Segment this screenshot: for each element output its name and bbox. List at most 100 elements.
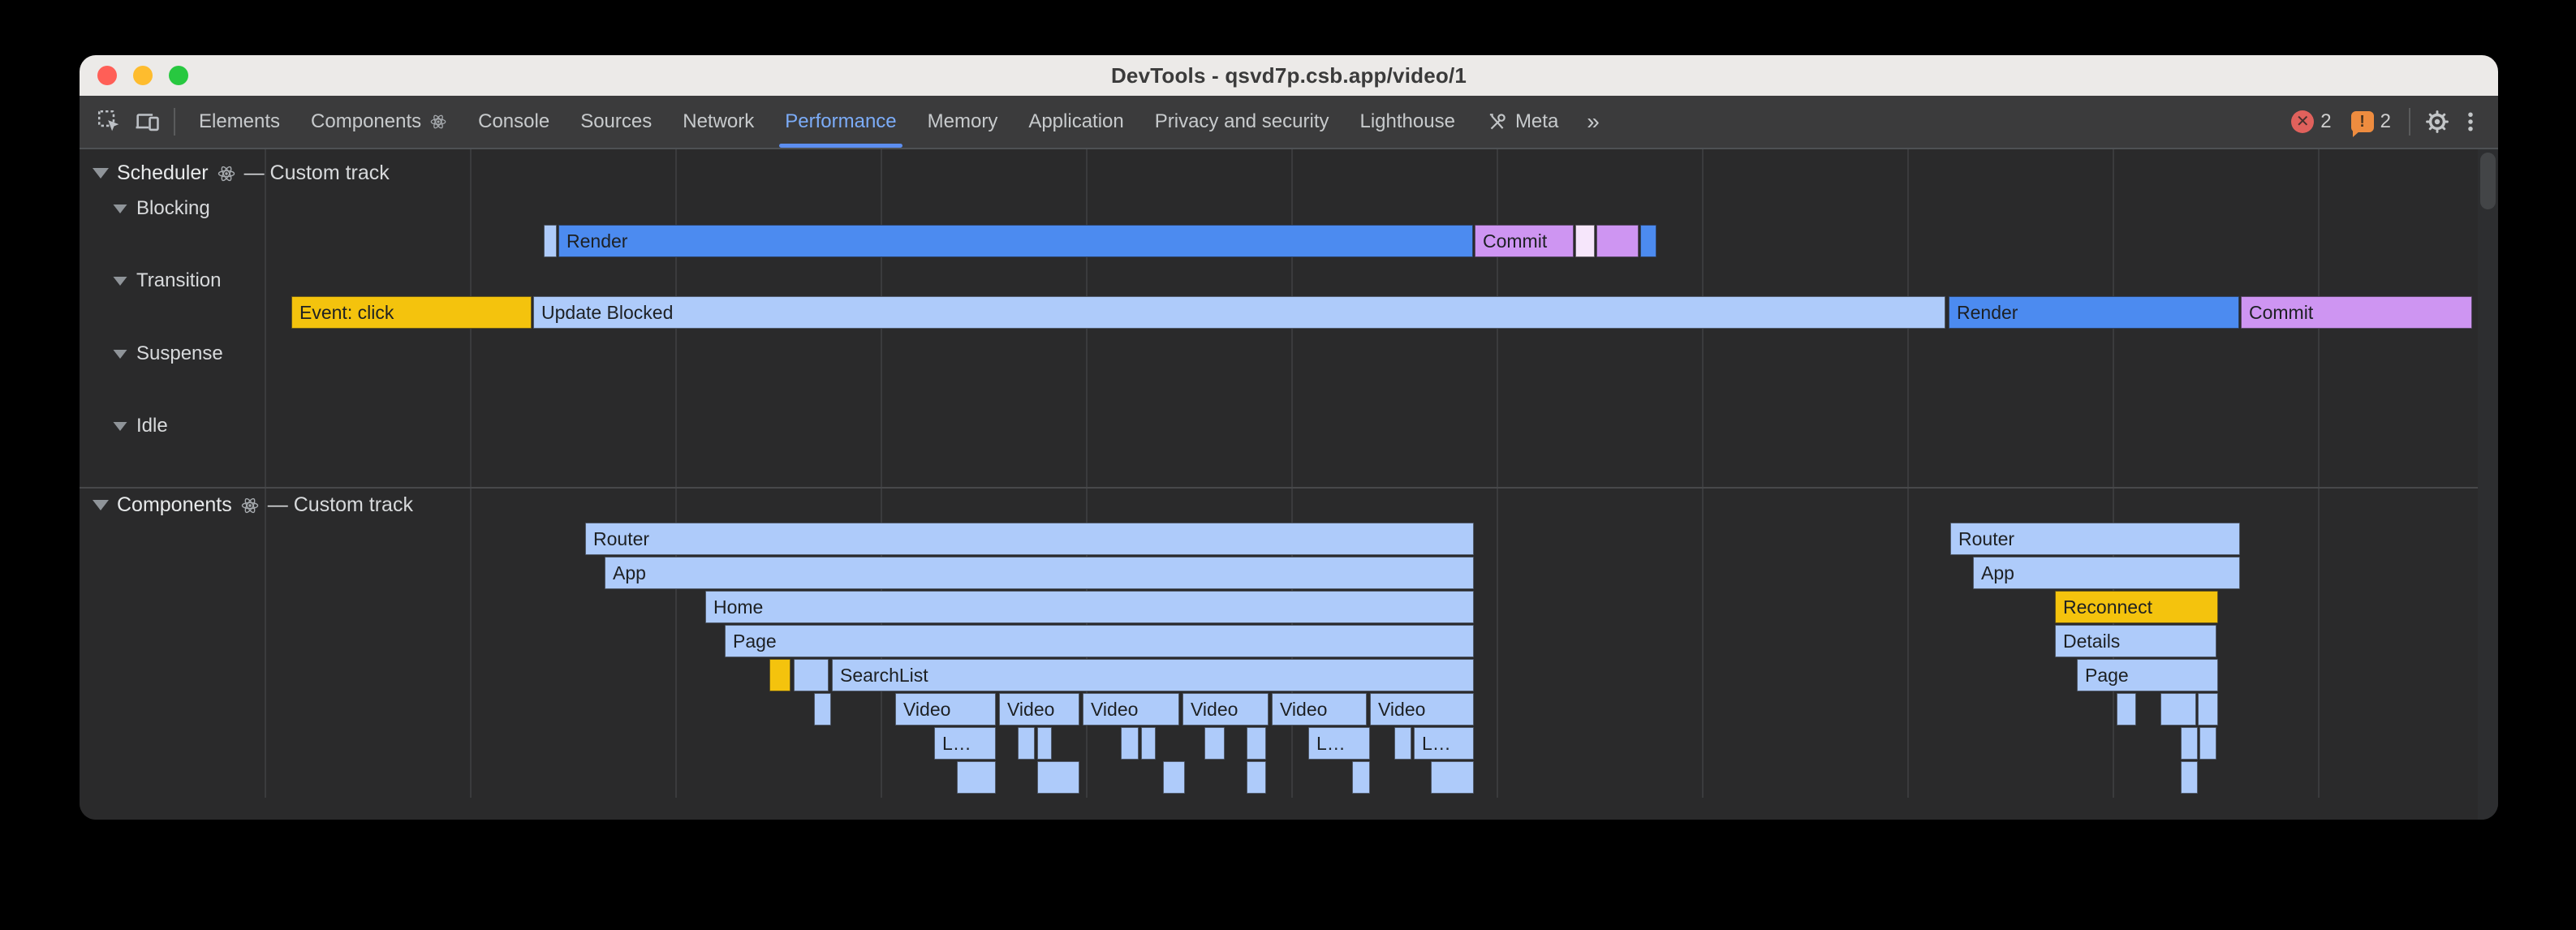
flame-bar-router[interactable]: Router xyxy=(1950,523,2240,555)
lane-label: Suspense xyxy=(136,342,223,365)
flame-bar[interactable] xyxy=(957,761,996,794)
flame-bar-router[interactable]: Router xyxy=(585,523,1474,555)
flame-bar[interactable] xyxy=(1431,761,1474,794)
tab-network[interactable]: Network xyxy=(667,96,769,148)
scrollbar-track[interactable] xyxy=(2478,149,2498,820)
flame-bar[interactable] xyxy=(544,225,557,257)
window-title: DevTools - qsvd7p.csb.app/video/1 xyxy=(1111,63,1467,88)
lane-blocking[interactable]: Blocking xyxy=(112,197,210,220)
flame-bar-details[interactable]: Details xyxy=(2055,625,2216,657)
flame-bar-l[interactable]: L… xyxy=(934,727,996,760)
tab-application[interactable]: Application xyxy=(1013,96,1139,148)
flame-bar-app[interactable]: App xyxy=(605,557,1474,589)
flame-bar-page[interactable]: Page xyxy=(2077,659,2218,691)
tab-lighthouse[interactable]: Lighthouse xyxy=(1345,96,1471,148)
tab-console[interactable]: Console xyxy=(463,96,565,148)
tab-privacy-and-security[interactable]: Privacy and security xyxy=(1139,96,1345,148)
kebab-menu-icon[interactable] xyxy=(2456,101,2485,143)
collapse-triangle-icon xyxy=(114,204,127,213)
flame-bar[interactable] xyxy=(1037,727,1052,760)
more-tabs-icon[interactable]: » xyxy=(1574,109,1613,135)
toolbar-divider xyxy=(174,108,175,136)
window-titlebar: DevTools - qsvd7p.csb.app/video/1 xyxy=(80,55,2498,96)
minimize-button[interactable] xyxy=(133,66,153,85)
issues-count: 2 xyxy=(2380,110,2391,133)
flame-bar[interactable] xyxy=(1575,225,1595,257)
track-name: Scheduler xyxy=(117,161,209,185)
flame-bar[interactable] xyxy=(1394,727,1411,760)
flame-bar[interactable] xyxy=(2181,761,2198,794)
collapse-triangle-icon xyxy=(93,168,109,179)
flame-bar[interactable] xyxy=(1141,727,1156,760)
react-atom-icon xyxy=(429,113,447,131)
flame-bar[interactable] xyxy=(1163,761,1185,794)
flame-bar-event-click[interactable]: Event: click xyxy=(291,296,532,329)
flame-bar[interactable] xyxy=(1596,225,1639,257)
track-header-components[interactable]: Components — Custom track xyxy=(93,493,413,517)
track-header-scheduler[interactable]: Scheduler — Custom track xyxy=(93,161,390,185)
flame-bar-l[interactable]: L… xyxy=(1308,727,1370,760)
lane-suspense[interactable]: Suspense xyxy=(112,342,223,365)
flame-bar[interactable] xyxy=(1352,761,1370,794)
tab-meta[interactable]: Meta xyxy=(1471,96,1574,148)
flame-bar[interactable] xyxy=(769,659,790,691)
flame-bar[interactable] xyxy=(2181,727,2198,760)
flame-bar[interactable] xyxy=(794,659,829,691)
react-atom-icon xyxy=(217,164,236,183)
flame-bar-render[interactable]: Render xyxy=(558,225,1473,257)
settings-gear-icon[interactable] xyxy=(2419,101,2456,143)
flame-bar[interactable] xyxy=(2160,693,2196,725)
lane-idle[interactable]: Idle xyxy=(112,415,168,437)
flame-bar-commit[interactable]: Commit xyxy=(2241,296,2472,329)
flame-bar-commit[interactable]: Commit xyxy=(1475,225,1574,257)
collapse-triangle-icon xyxy=(114,421,127,430)
flame-bar-video[interactable]: Video xyxy=(1272,693,1367,725)
flame-bar-video[interactable]: Video xyxy=(895,693,996,725)
error-badge[interactable]: ✕ 2 xyxy=(2291,110,2331,133)
flame-bar-l[interactable]: L… xyxy=(1414,727,1474,760)
flame-bar-video[interactable]: Video xyxy=(1182,693,1269,725)
flame-bar[interactable] xyxy=(1018,727,1035,760)
tab-elements[interactable]: Elements xyxy=(183,96,295,148)
flame-bar-reconnect[interactable]: Reconnect xyxy=(2055,591,2218,623)
flame-bar-searchlist[interactable]: SearchList xyxy=(832,659,1474,691)
flame-bar[interactable] xyxy=(814,693,831,725)
lane-transition[interactable]: Transition xyxy=(112,269,221,292)
flame-bar[interactable] xyxy=(1640,225,1656,257)
lane-label: Transition xyxy=(136,269,221,292)
flame-bar-page[interactable]: Page xyxy=(725,625,1474,657)
tools-icon xyxy=(1486,111,1507,132)
flame-bar-video[interactable]: Video xyxy=(999,693,1079,725)
traffic-lights xyxy=(97,55,188,96)
tab-memory[interactable]: Memory xyxy=(912,96,1014,148)
flame-bar-video[interactable]: Video xyxy=(1370,693,1474,725)
inspect-element-icon[interactable] xyxy=(91,101,128,143)
close-button[interactable] xyxy=(97,66,117,85)
toolbar-divider xyxy=(2409,108,2410,136)
flame-bar-home[interactable]: Home xyxy=(705,591,1474,623)
flame-bar-app[interactable]: App xyxy=(1973,557,2240,589)
collapse-triangle-icon xyxy=(93,500,109,510)
flame-bar[interactable] xyxy=(1121,727,1139,760)
tab-components[interactable]: Components xyxy=(295,96,463,148)
flame-bar[interactable] xyxy=(2117,693,2136,725)
track-name: Components xyxy=(117,493,232,517)
issues-badge[interactable]: ! 2 xyxy=(2351,110,2391,133)
tab-sources[interactable]: Sources xyxy=(565,96,667,148)
device-toolbar-icon[interactable] xyxy=(128,101,166,143)
flame-bar-update-blocked[interactable]: Update Blocked xyxy=(533,296,1945,329)
scrollbar-thumb[interactable] xyxy=(2480,153,2496,209)
flame-bar[interactable] xyxy=(1037,761,1079,794)
flame-bar[interactable] xyxy=(1204,727,1225,760)
flame-bar-render[interactable]: Render xyxy=(1949,296,2239,329)
flame-bar-video[interactable]: Video xyxy=(1083,693,1179,725)
flame-bar[interactable] xyxy=(1247,761,1266,794)
flame-bar[interactable] xyxy=(2199,727,2216,760)
track-separator xyxy=(80,487,2498,489)
tab-performance[interactable]: Performance xyxy=(769,96,911,148)
tab-label: Meta xyxy=(1515,110,1558,133)
flame-bar[interactable] xyxy=(1247,727,1266,760)
zoom-button[interactable] xyxy=(169,66,188,85)
flame-bar[interactable] xyxy=(2198,693,2218,725)
tab-strip: ElementsComponentsConsoleSourcesNetworkP… xyxy=(183,96,1574,148)
